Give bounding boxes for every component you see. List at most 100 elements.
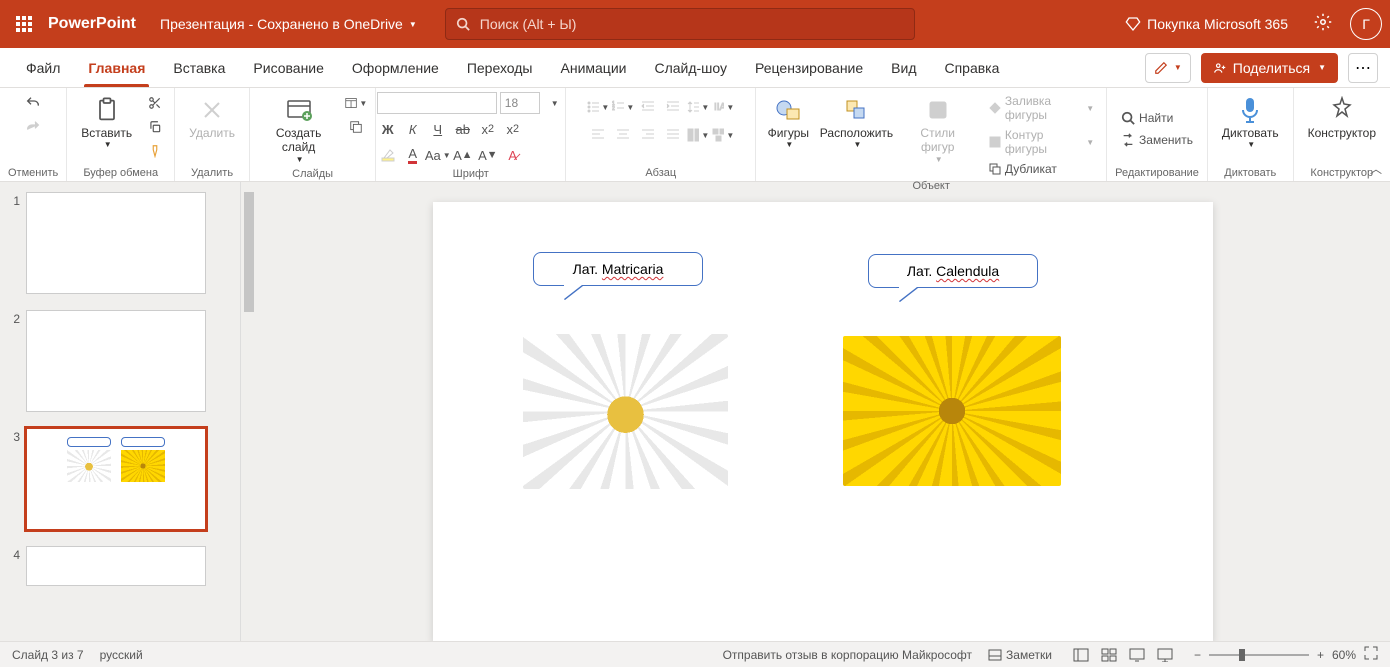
collapse-ribbon-button[interactable]: ︿ — [1370, 160, 1382, 177]
find-button[interactable]: Найти — [1117, 109, 1177, 127]
arrange-button[interactable]: Расположить▼ — [818, 92, 894, 152]
slide-thumbnail-3[interactable] — [26, 428, 206, 530]
feedback-link[interactable]: Отправить отзыв в корпорацию Майкрософт — [723, 648, 972, 662]
shape-fill-button[interactable]: Заливка фигуры▼ — [985, 92, 1098, 124]
slide-indicator[interactable]: Слайд 3 из 7 — [12, 648, 84, 662]
scrollbar-thumb[interactable] — [244, 192, 254, 312]
zoom-percent[interactable]: 60% — [1332, 648, 1356, 662]
user-avatar[interactable]: Г — [1350, 8, 1382, 40]
font-size-dropdown[interactable]: ▼ — [543, 92, 565, 114]
tab-home[interactable]: Главная — [74, 48, 159, 87]
columns-button[interactable]: ▼ — [687, 124, 709, 146]
copy-button[interactable] — [144, 116, 166, 138]
slide-canvas-area[interactable]: Лат. Matricaria Лат. Calendula — [256, 182, 1390, 641]
designer-button[interactable]: Конструктор — [1302, 92, 1382, 142]
dictate-button[interactable]: Диктовать▼ — [1216, 92, 1285, 152]
duplicate-button[interactable]: Дубликат — [985, 160, 1098, 178]
slide-thumbnail-2[interactable] — [26, 310, 206, 412]
bullets-button[interactable]: ▼ — [587, 96, 609, 118]
align-right-button[interactable] — [637, 124, 659, 146]
line-spacing-button[interactable]: ▼ — [687, 96, 709, 118]
tab-view[interactable]: Вид — [877, 48, 930, 87]
tab-review[interactable]: Рецензирование — [741, 48, 877, 87]
underline-button[interactable]: Ч — [427, 118, 449, 140]
increase-indent-button[interactable] — [662, 96, 684, 118]
editing-mode-button[interactable]: ▼ — [1145, 53, 1191, 83]
buy-m365-button[interactable]: Покупка Microsoft 365 — [1117, 10, 1296, 38]
font-color-button[interactable]: A — [402, 144, 424, 166]
more-button[interactable]: ⋯ — [1348, 53, 1378, 83]
tab-animations[interactable]: Анимации — [547, 48, 641, 87]
sorter-view-button[interactable] — [1096, 645, 1122, 665]
zoom-out-button[interactable]: − — [1194, 648, 1201, 662]
zoom-slider[interactable] — [1209, 654, 1309, 656]
paste-button[interactable]: Вставить ▼ — [75, 92, 138, 152]
superscript-button[interactable]: x2 — [502, 118, 524, 140]
present-icon — [1157, 648, 1173, 662]
slideshow-view-button[interactable] — [1152, 645, 1178, 665]
callout-shape-2[interactable]: Лат. Calendula — [868, 254, 1038, 288]
tab-insert[interactable]: Вставка — [159, 48, 239, 87]
indent-icon — [666, 100, 680, 114]
replace-button[interactable]: Заменить — [1117, 131, 1197, 149]
tab-transitions[interactable]: Переходы — [453, 48, 547, 87]
slide-thumbnails-panel[interactable]: 1 2 3 4 — [0, 182, 240, 641]
image-calendula[interactable] — [843, 336, 1061, 486]
reading-view-button[interactable] — [1124, 645, 1150, 665]
font-family-combo[interactable] — [377, 92, 497, 114]
app-launcher-icon[interactable] — [8, 8, 40, 40]
zoom-in-button[interactable]: + — [1317, 648, 1324, 662]
title-bar: PowerPoint Презентация - Сохранено в One… — [0, 0, 1390, 48]
new-slide-button[interactable]: Создать слайд ▼ — [258, 92, 339, 166]
notes-toggle[interactable]: Заметки — [988, 648, 1052, 662]
callout-shape-1[interactable]: Лат. Matricaria — [533, 252, 703, 286]
tab-file[interactable]: Файл — [12, 48, 74, 87]
shrink-font-button[interactable]: A▼ — [477, 144, 499, 166]
subscript-button[interactable]: x2 — [477, 118, 499, 140]
duplicate-slide-button[interactable] — [345, 116, 367, 138]
text-direction-button[interactable]: IIA▼ — [712, 96, 734, 118]
document-title[interactable]: Презентация - Сохранено в OneDrive ▼ — [160, 16, 417, 32]
tab-design[interactable]: Оформление — [338, 48, 453, 87]
format-painter-button[interactable] — [144, 140, 166, 162]
align-center-button[interactable] — [612, 124, 634, 146]
highlight-button[interactable] — [377, 144, 399, 166]
shapes-button[interactable]: Фигуры▼ — [764, 92, 812, 152]
italic-button[interactable]: К — [402, 118, 424, 140]
tab-help[interactable]: Справка — [930, 48, 1013, 87]
decrease-indent-button[interactable] — [637, 96, 659, 118]
delete-button[interactable]: Удалить — [183, 92, 241, 142]
slide-thumbnail-4[interactable] — [26, 546, 206, 586]
strikethrough-button[interactable]: ab — [452, 118, 474, 140]
undo-button[interactable] — [22, 92, 44, 114]
group-paragraph: ▼ 12▼ ▼ IIA▼ ▼ ▼ Абзац — [566, 88, 756, 181]
tab-slideshow[interactable]: Слайд-шоу — [640, 48, 741, 87]
normal-view-button[interactable] — [1068, 645, 1094, 665]
redo-button[interactable] — [22, 116, 44, 138]
grow-font-button[interactable]: A▲ — [452, 144, 474, 166]
tab-draw[interactable]: Рисование — [239, 48, 338, 87]
share-button[interactable]: Поделиться ▼ — [1201, 53, 1338, 83]
sorter-icon — [1101, 648, 1117, 662]
image-daisy[interactable] — [523, 334, 728, 489]
shape-outline-button[interactable]: Контур фигуры▼ — [985, 126, 1098, 158]
numbering-button[interactable]: 12▼ — [612, 96, 634, 118]
slider-knob[interactable] — [1239, 649, 1245, 661]
language-indicator[interactable]: русский — [100, 648, 143, 662]
shape-styles-button[interactable]: Стили фигур▼ — [901, 92, 975, 166]
settings-button[interactable] — [1308, 7, 1338, 42]
font-size-combo[interactable] — [500, 92, 540, 114]
change-case-button[interactable]: Aa▼ — [427, 144, 449, 166]
layout-button[interactable]: ▼ — [345, 92, 367, 114]
slide-thumbnail-1[interactable] — [26, 192, 206, 294]
clear-format-button[interactable]: A̷ — [502, 144, 524, 166]
search-input[interactable]: Поиск (Alt + Ы) — [445, 8, 915, 40]
bold-button[interactable]: Ж — [377, 118, 399, 140]
slide[interactable]: Лат. Matricaria Лат. Calendula — [433, 202, 1213, 641]
smartart-button[interactable]: ▼ — [712, 124, 734, 146]
fit-to-window-button[interactable] — [1364, 646, 1378, 663]
cut-button[interactable] — [144, 92, 166, 114]
thumbnails-scrollbar[interactable] — [240, 182, 256, 641]
align-left-button[interactable] — [587, 124, 609, 146]
justify-button[interactable] — [662, 124, 684, 146]
